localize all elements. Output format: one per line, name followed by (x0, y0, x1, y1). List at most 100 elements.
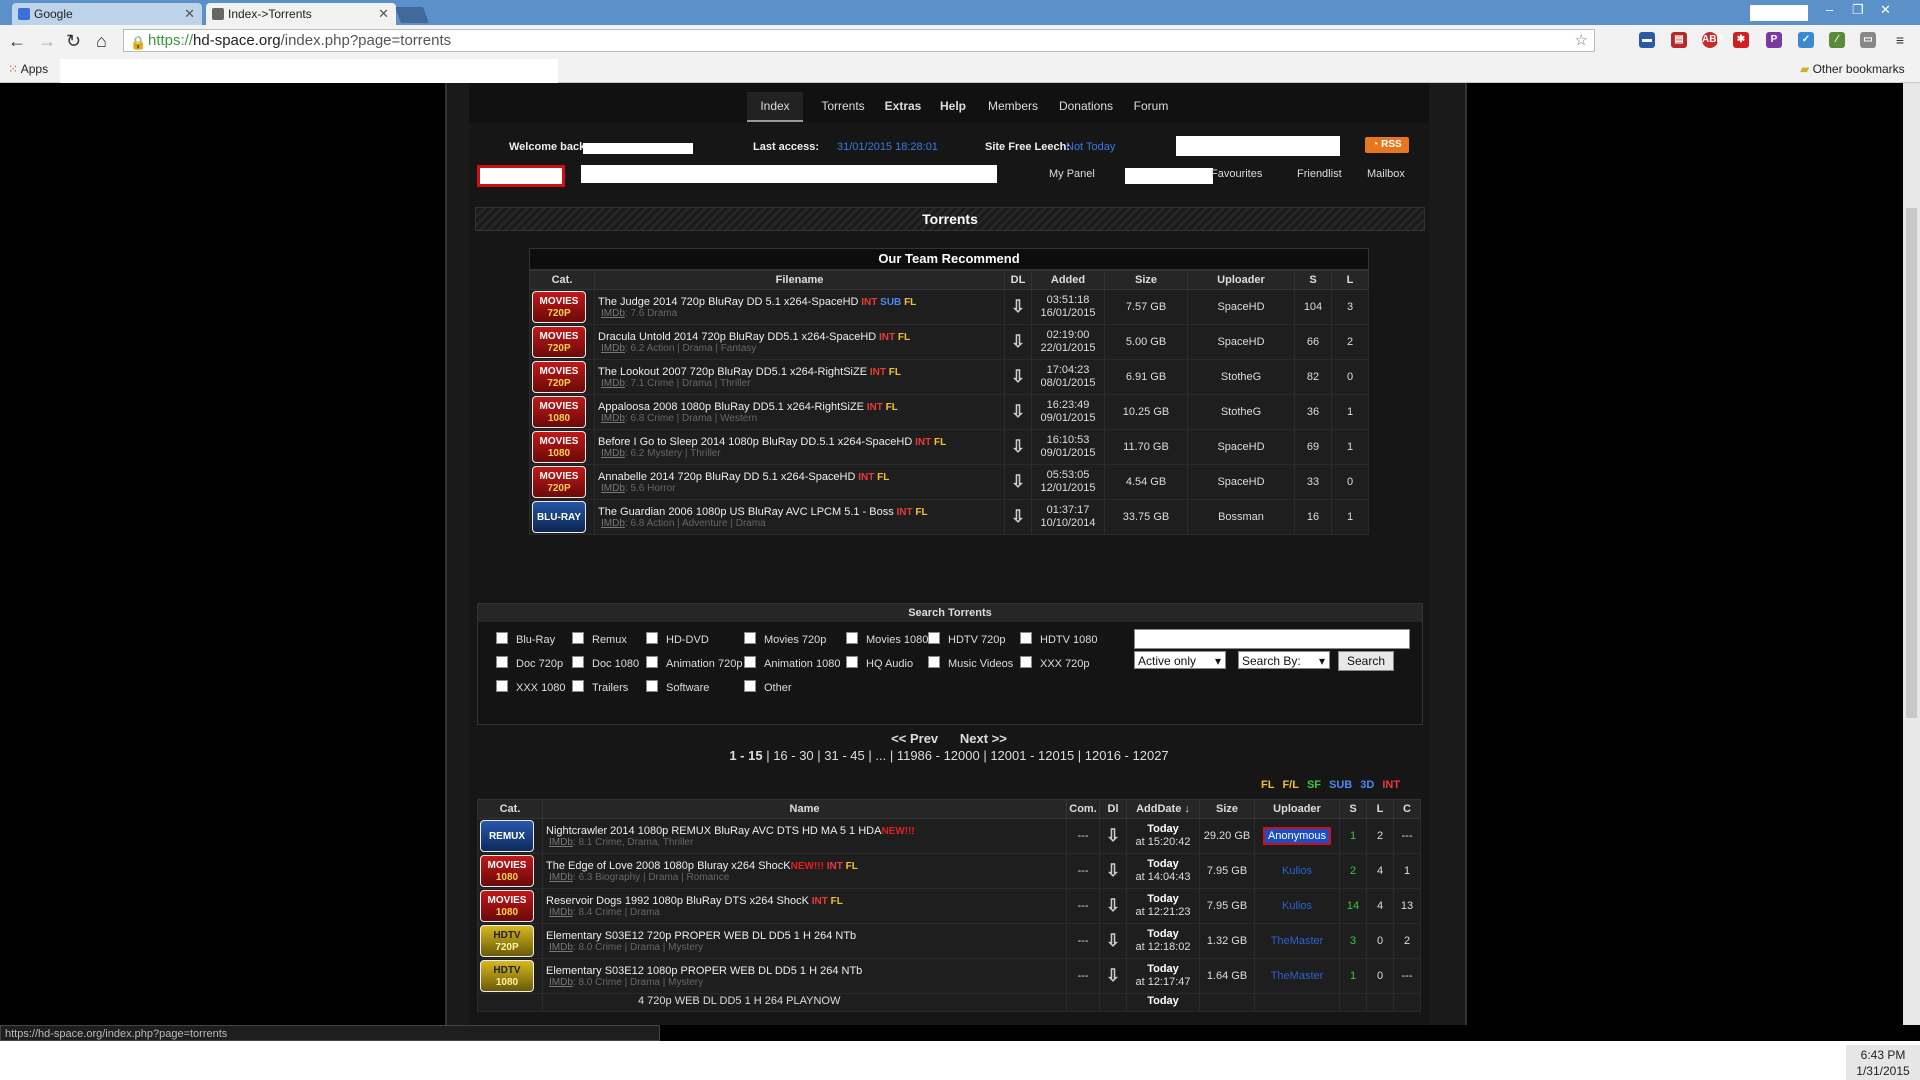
tab-torrents[interactable]: Index->Torrents ✕ (206, 3, 396, 25)
leechers-cell[interactable]: 4 (1366, 888, 1394, 924)
other-bookmarks[interactable]: ▰ Other bookmarks (1800, 62, 1905, 76)
download-arrow-icon[interactable]: ⇩ (1011, 297, 1025, 316)
reload-icon[interactable]: ↻ (66, 29, 81, 53)
category-badge[interactable]: BLU-RAY (532, 501, 586, 533)
extension-icon[interactable]: ⁄ (1829, 32, 1845, 48)
category-badge[interactable]: HDTV 1080 (480, 960, 534, 992)
download-arrow-icon[interactable]: ⇩ (1106, 966, 1120, 985)
category-badge[interactable]: MOVIES 720P (532, 326, 586, 358)
checkbox-box[interactable] (1020, 632, 1032, 644)
leechers-cell[interactable]: 2 (1366, 818, 1394, 854)
seeders-cell[interactable]: 33 (1294, 464, 1332, 500)
col-adddate[interactable]: AddDate ↓ (1126, 799, 1200, 819)
category-badge[interactable]: MOVIES 1080 (480, 890, 534, 922)
download-arrow-icon[interactable]: ⇩ (1106, 826, 1120, 845)
seeders-cell[interactable]: 82 (1294, 359, 1332, 395)
checkbox-box[interactable] (744, 656, 756, 668)
rss-button[interactable]: ◔ RSS (1365, 137, 1409, 153)
comments-cell[interactable]: --- (1066, 818, 1100, 854)
checkbox-box[interactable] (928, 656, 940, 668)
download-arrow-icon[interactable]: ⇩ (1011, 402, 1025, 421)
torrent-name-link[interactable]: Elementary S03E12 1080p PROPER WEB DL DD… (546, 965, 862, 977)
category-checkbox[interactable]: Blu-Ray (496, 632, 555, 646)
nav-donations[interactable]: Donations (1053, 92, 1119, 120)
checkbox-box[interactable] (846, 632, 858, 644)
checkbox-box[interactable] (572, 656, 584, 668)
category-checkbox[interactable]: HDTV 1080 (1020, 632, 1097, 646)
torrent-name-link[interactable]: Reservoir Dogs 1992 1080p BluRay DTS x26… (546, 895, 809, 907)
page-link[interactable]: 31 - 45 (824, 748, 864, 763)
address-bar[interactable]: 🔒 https://hd-space.org/index.php?page=tor… (123, 29, 1595, 52)
nav-members[interactable]: Members (983, 92, 1043, 120)
leechers-cell[interactable]: 0 (1331, 464, 1369, 500)
forward-icon[interactable]: → (38, 29, 56, 53)
imdb-link[interactable]: IMDb (601, 343, 625, 354)
uploader-cell[interactable]: SpaceHD (1187, 324, 1295, 360)
category-checkbox[interactable]: Remux (572, 632, 627, 646)
category-checkbox[interactable]: XXX 720p (1020, 656, 1090, 670)
category-checkbox[interactable]: Animation 720p (646, 656, 742, 670)
menu-icon[interactable]: ≡ (1892, 32, 1908, 48)
checkbox-box[interactable] (496, 656, 508, 668)
completed-cell[interactable]: 1 (1393, 853, 1421, 889)
col-completed[interactable]: C (1393, 799, 1421, 819)
taskbar-clock[interactable]: 6:43 PM 1/31/2015 (1846, 1045, 1920, 1080)
torrent-name-link[interactable]: Annabelle 2014 720p BluRay DD 5.1 x264-S… (598, 471, 855, 483)
page-link[interactable]: 11986 - 12000 (897, 748, 980, 763)
comments-cell[interactable]: --- (1066, 923, 1100, 959)
leechers-cell[interactable]: 1 (1331, 429, 1369, 465)
col-name[interactable]: Name (542, 799, 1067, 819)
uploader-cell[interactable]: SpaceHD (1187, 429, 1295, 465)
torrent-name-link[interactable]: Appaloosa 2008 1080p BluRay DD5.1 x264-R… (598, 401, 864, 413)
scrollbar-thumb[interactable] (1906, 208, 1917, 718)
next-link[interactable]: Next >> (960, 731, 1007, 746)
col-comments[interactable]: Com. (1066, 799, 1100, 819)
torrent-name-link[interactable]: Dracula Untold 2014 720p BluRay DD5.1 x2… (598, 331, 876, 343)
restore-icon[interactable]: ❐ (1852, 2, 1864, 18)
leechers-cell[interactable]: 1 (1331, 499, 1369, 535)
category-badge[interactable]: MOVIES 1080 (532, 396, 586, 428)
checkbox-box[interactable] (496, 632, 508, 644)
seeders-cell[interactable]: 2 (1339, 853, 1367, 889)
page-scrollbar[interactable] (1903, 83, 1920, 1025)
category-checkbox[interactable]: Software (646, 680, 709, 694)
close-window-icon[interactable]: ✕ (1880, 2, 1891, 18)
extension-icon[interactable]: ▬ (1639, 32, 1655, 48)
extension-icon[interactable]: P (1766, 32, 1782, 48)
torrent-name-link[interactable]: Nightcrawler 2014 1080p REMUX BluRay AVC… (546, 825, 881, 837)
leechers-cell[interactable]: 0 (1366, 958, 1394, 994)
uploader-cell[interactable]: StotheG (1187, 394, 1295, 430)
download-arrow-icon[interactable]: ⇩ (1106, 861, 1120, 880)
category-checkbox[interactable]: HQ Audio (846, 656, 913, 670)
col-uploader[interactable]: Uploader (1254, 799, 1340, 819)
uploader-cell[interactable]: StotheG (1187, 359, 1295, 395)
imdb-link[interactable]: IMDb (549, 977, 573, 988)
category-badge[interactable]: REMUX (480, 820, 534, 852)
extension-icon[interactable]: ✓ (1798, 32, 1814, 48)
checkbox-box[interactable] (744, 680, 756, 692)
category-badge[interactable]: MOVIES 1080 (480, 855, 534, 887)
download-arrow-icon[interactable]: ⇩ (1106, 931, 1120, 950)
uploader-link[interactable]: Kulios (1282, 900, 1312, 912)
minimize-icon[interactable]: – (1826, 2, 1833, 17)
category-badge[interactable]: MOVIES 1080 (532, 431, 586, 463)
back-icon[interactable]: ← (8, 29, 26, 53)
seeders-cell[interactable]: 3 (1339, 923, 1367, 959)
torrent-name-link[interactable]: The Judge 2014 720p BluRay DD 5.1 x264-S… (598, 296, 859, 308)
leechers-cell[interactable]: 0 (1331, 359, 1369, 395)
download-arrow-icon[interactable]: ⇩ (1011, 472, 1025, 491)
favourites-link[interactable]: Favourites (1211, 168, 1262, 180)
imdb-link[interactable]: IMDb (601, 413, 625, 424)
seeders-cell[interactable]: 69 (1294, 429, 1332, 465)
category-checkbox[interactable]: Movies 720p (744, 632, 826, 646)
imdb-link[interactable]: IMDb (601, 308, 625, 319)
seeders-cell[interactable]: 1 (1339, 818, 1367, 854)
leechers-cell[interactable]: 0 (1366, 923, 1394, 959)
category-badge[interactable]: HDTV 720P (480, 925, 534, 957)
category-checkbox[interactable]: HDTV 720p (928, 632, 1005, 646)
checkbox-box[interactable] (646, 656, 658, 668)
profile-button[interactable] (1750, 5, 1808, 21)
tab-google[interactable]: Google ✕ (12, 3, 202, 25)
category-checkbox[interactable]: XXX 1080 (496, 680, 566, 694)
friendlist-link[interactable]: Friendlist (1297, 168, 1342, 180)
